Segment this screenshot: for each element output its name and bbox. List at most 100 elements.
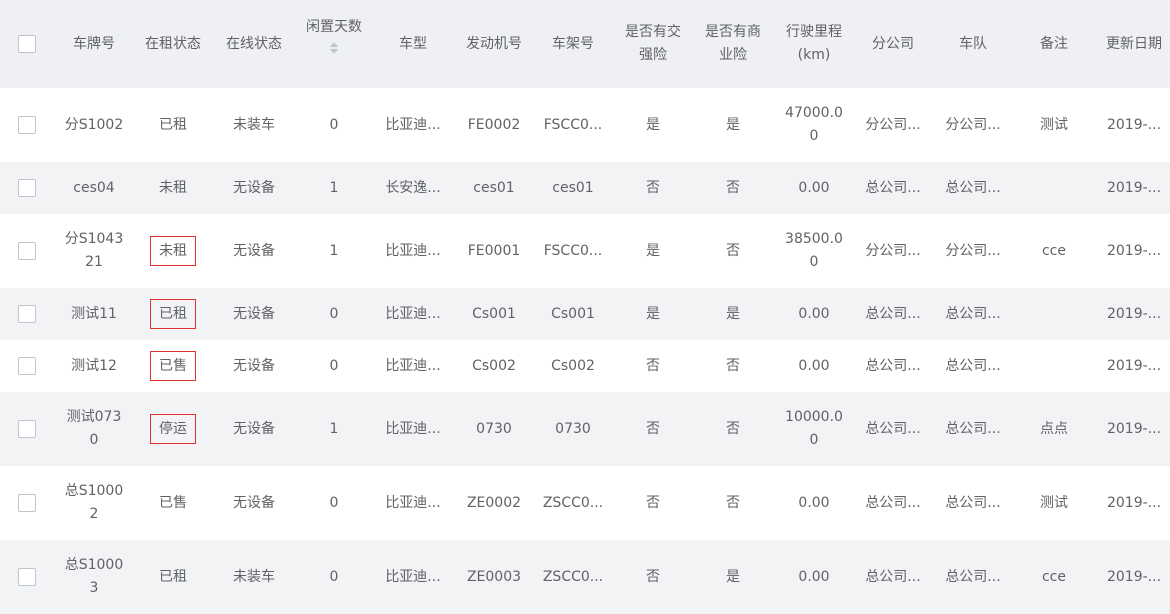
cell-text-remark: cce — [1041, 242, 1066, 259]
cell-branch: 总公司... — [853, 540, 933, 614]
cell-engine: ZE0003 — [454, 540, 534, 614]
cell-text-online: 未装车 — [233, 116, 275, 133]
cell-online: 无设备 — [214, 392, 294, 466]
cell-mileage: 47000.0 0 — [774, 88, 854, 162]
cell-plate: 分S1043 21 — [54, 214, 134, 288]
row-checkbox[interactable] — [18, 305, 36, 323]
cell-text-frame: ces01 — [552, 179, 594, 196]
table-row[interactable]: 总S1000 3 已租 未装车 0 比亚迪... ZE0003 ZSCC0... 否 是 0.00… — [0, 540, 1170, 614]
cell-text-engine: Cs002 — [472, 357, 516, 374]
cell-text-idle: 0 — [329, 357, 339, 374]
header-cell-date: 更新日期 — [1098, 0, 1170, 88]
cell-text-team: 总公司... — [945, 420, 1001, 437]
table-row[interactable]: 测试12 已售 无设备 0 比亚迪... Cs002 Cs002 否 否 0.00 总公司... 总公… — [0, 340, 1170, 392]
cell-plate: 总S1000 2 — [54, 466, 134, 540]
cell-text-mileage: 0.00 — [798, 305, 830, 322]
cell-syx: 是 — [693, 540, 773, 614]
cell-idle: 0 — [294, 466, 374, 540]
cell-team: 总公司... — [933, 288, 1013, 340]
cell-text-frame: Cs001 — [551, 305, 595, 322]
cell-text-online: 无设备 — [233, 242, 275, 259]
cell-team: 总公司... — [933, 392, 1013, 466]
table-row[interactable]: 测试11 已租 无设备 0 比亚迪... Cs001 Cs001 是 是 0.00 总公司... 总公… — [0, 288, 1170, 340]
header-label-online: 在线状态 — [226, 35, 282, 52]
row-checkbox[interactable] — [18, 179, 36, 197]
cell-check[interactable] — [0, 88, 54, 162]
cell-text-jqx: 是 — [646, 242, 660, 259]
cell-text-jqx: 是 — [646, 116, 660, 133]
cell-branch: 总公司... — [853, 162, 933, 214]
table-row[interactable]: 分S1043 21 未租 无设备 1 比亚迪... FE0001 FSCC0... 是 否 385… — [0, 214, 1170, 288]
row-checkbox[interactable] — [18, 357, 36, 375]
cell-check[interactable] — [0, 288, 54, 340]
cell-team: 总公司... — [933, 540, 1013, 614]
cell-model: 比亚迪... — [373, 392, 453, 466]
header-label-plate: 车牌号 — [73, 35, 115, 52]
cell-remark — [1014, 162, 1094, 214]
cell-model: 比亚迪... — [373, 88, 453, 162]
header-cell-frame: 车架号 — [533, 0, 613, 88]
cell-text-date: 2019-... — [1106, 420, 1162, 437]
sort-caret-icon[interactable] — [329, 41, 339, 55]
cell-text-idle: 0 — [329, 305, 339, 322]
table-row[interactable]: 总S1000 2 已售 无设备 0 比亚迪... ZE0002 ZSCC0... 否 否 0.00… — [0, 466, 1170, 540]
cell-online: 无设备 — [214, 340, 294, 392]
cell-text-date: 2019-... — [1106, 494, 1162, 511]
row-checkbox[interactable] — [18, 116, 36, 134]
row-checkbox[interactable] — [18, 242, 36, 260]
select-all-checkbox[interactable] — [18, 35, 36, 53]
header-label-mileage: 行驶里程 (km) — [786, 24, 842, 63]
cell-idle: 0 — [294, 288, 374, 340]
cell-text-branch: 总公司... — [865, 305, 921, 322]
row-checkbox[interactable] — [18, 420, 36, 438]
cell-text-syx: 否 — [726, 420, 740, 437]
cell-online: 无设备 — [214, 288, 294, 340]
cell-check[interactable] — [0, 392, 54, 466]
cell-text-jqx: 否 — [646, 357, 660, 374]
table-row[interactable]: 分S1002 已租 未装车 0 比亚迪... FE0002 FSCC0... 是 是 47000.… — [0, 88, 1170, 162]
cell-text-model: 比亚迪... — [385, 305, 441, 322]
cell-text-plate: 测试073 0 — [66, 409, 122, 448]
row-checkbox[interactable] — [18, 494, 36, 512]
cell-check[interactable] — [0, 162, 54, 214]
header-cell-idle[interactable]: 闲置天数 — [294, 0, 374, 88]
cell-text-mileage: 47000.0 0 — [785, 105, 843, 144]
cell-text-online: 无设备 — [233, 305, 275, 322]
table-row[interactable]: 测试073 0 停运 无设备 1 比亚迪... 0730 0730 否 否 10000.0 0 总公… — [0, 392, 1170, 466]
cell-check[interactable] — [0, 214, 54, 288]
cell-plate: 测试11 — [54, 288, 134, 340]
cell-frame: FSCC0... — [533, 88, 613, 162]
cell-remark: 测试 — [1014, 466, 1094, 540]
cell-text-frame: ZSCC0... — [542, 494, 604, 511]
cell-rent: 已租 — [133, 288, 213, 340]
cell-text-syx: 否 — [726, 494, 740, 511]
row-checkbox[interactable] — [18, 568, 36, 586]
cell-check[interactable] — [0, 340, 54, 392]
cell-check[interactable] — [0, 466, 54, 540]
header-cell-rent: 在租状态 — [133, 0, 213, 88]
cell-text-model: 比亚迪... — [385, 568, 441, 585]
cell-text-branch: 总公司... — [865, 420, 921, 437]
table-row[interactable]: ces04 未租 无设备 1 长安逸... ces01 ces01 否 否 0.00 总公司... 总… — [0, 162, 1170, 214]
cell-syx: 否 — [693, 162, 773, 214]
cell-text-idle: 0 — [329, 568, 339, 585]
header-cell-syx: 是否有商 业险 — [693, 0, 773, 88]
cell-text-model: 比亚迪... — [385, 494, 441, 511]
cell-team: 总公司... — [933, 466, 1013, 540]
cell-text-jqx: 否 — [646, 420, 660, 437]
cell-idle: 0 — [294, 540, 374, 614]
cell-frame: ces01 — [533, 162, 613, 214]
cell-branch: 分公司... — [853, 214, 933, 288]
cell-model: 比亚迪... — [373, 340, 453, 392]
cell-text-model: 比亚迪... — [385, 357, 441, 374]
cell-check[interactable] — [0, 540, 54, 614]
cell-remark: 测试 — [1014, 88, 1094, 162]
cell-mileage: 0.00 — [774, 340, 854, 392]
cell-text-plate: 测试11 — [71, 305, 117, 322]
cell-text-model: 比亚迪... — [385, 242, 441, 259]
header-cell-mileage: 行驶里程 (km) — [774, 0, 854, 88]
cell-text-branch: 总公司... — [865, 568, 921, 585]
cell-jqx: 是 — [613, 214, 693, 288]
cell-remark: cce — [1014, 214, 1094, 288]
cell-engine: Cs002 — [454, 340, 534, 392]
